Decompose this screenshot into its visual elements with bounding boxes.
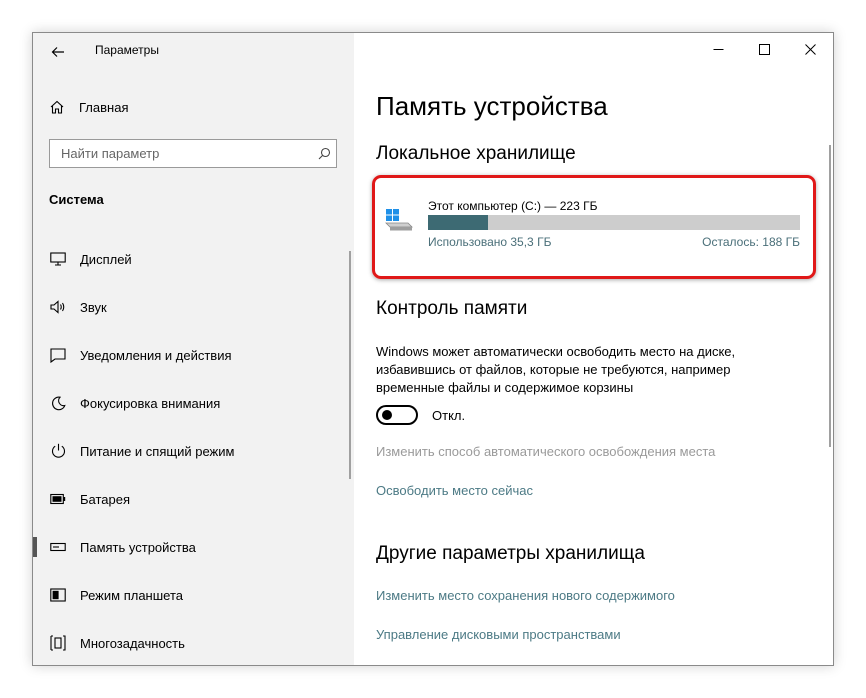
sidebar-item-label: Фокусировка внимания <box>80 395 221 411</box>
sidebar-item-label: Звук <box>80 299 107 315</box>
search-icon[interactable] <box>312 147 336 160</box>
sidebar-section-title: Система <box>49 192 104 207</box>
sidebar-item-storage[interactable]: Память устройства <box>33 523 354 571</box>
sidebar-home-label: Главная <box>79 99 129 115</box>
drive-name: Этот компьютер (C:) — 223 ГБ <box>428 199 598 213</box>
minimize-button[interactable] <box>695 33 741 65</box>
windows-drive-icon <box>384 208 414 237</box>
search-box <box>49 139 337 168</box>
page-title: Память устройства <box>376 91 608 121</box>
local-storage-heading: Локальное хранилище <box>376 143 576 164</box>
sidebar-item-tablet[interactable]: Режим планшета <box>33 571 354 619</box>
storage-sense-toggle[interactable] <box>376 405 418 425</box>
sidebar: Параметры Главная Система Дисплей <box>33 33 354 665</box>
minimize-icon <box>713 48 723 50</box>
sidebar-home[interactable]: Главная <box>49 95 128 119</box>
used-space-label: Использовано 35,3 ГБ <box>428 235 552 249</box>
maximize-icon <box>758 43 770 55</box>
sound-icon <box>49 298 67 316</box>
manage-storage-spaces-link[interactable]: Управление дисковыми пространствами <box>376 627 621 642</box>
sidebar-item-label: Батарея <box>80 491 131 507</box>
close-icon <box>804 43 816 55</box>
main-content: Память устройства Локальное хранилище Эт… <box>354 33 833 665</box>
focus-moon-icon <box>49 394 67 412</box>
sidebar-item-multitasking[interactable]: Многозадачность <box>33 619 354 665</box>
close-button[interactable] <box>787 33 833 65</box>
back-arrow-icon <box>51 47 64 57</box>
sidebar-item-power[interactable]: Питание и спящий режим <box>33 427 354 475</box>
settings-window: Параметры Главная Система Дисплей <box>32 32 834 666</box>
usage-bar-fill <box>428 215 488 230</box>
storage-sense-description: Windows может автоматически освободить м… <box>376 344 736 395</box>
sidebar-scrollbar[interactable] <box>349 251 351 479</box>
storage-icon <box>49 538 67 556</box>
notifications-icon <box>49 346 67 364</box>
sidebar-item-sound[interactable]: Звук <box>33 283 354 331</box>
sidebar-item-label: Питание и спящий режим <box>80 443 235 459</box>
sidebar-item-focus[interactable]: Фокусировка внимания <box>33 379 354 427</box>
window-controls <box>695 33 833 65</box>
window-title: Параметры <box>95 43 159 57</box>
free-space-label: Осталось: 188 ГБ <box>702 235 800 249</box>
battery-icon <box>49 490 67 508</box>
storage-sense-heading: Контроль памяти <box>376 298 528 319</box>
main-scrollbar[interactable] <box>829 145 831 447</box>
storage-sense-toggle-row: Откл. <box>376 405 465 425</box>
multitasking-icon <box>49 634 67 652</box>
drive-c-item[interactable]: Этот компьютер (C:) — 223 ГБ Использован… <box>372 175 816 279</box>
sidebar-item-notifications[interactable]: Уведомления и действия <box>33 331 354 379</box>
sidebar-item-display[interactable]: Дисплей <box>33 235 354 283</box>
sidebar-item-battery[interactable]: Батарея <box>33 475 354 523</box>
usage-bar <box>428 215 800 230</box>
home-icon <box>50 100 64 114</box>
display-icon <box>49 250 67 268</box>
tablet-icon <box>49 586 67 604</box>
sidebar-item-label: Многозадачность <box>80 635 185 651</box>
change-save-location-link[interactable]: Изменить место сохранения нового содержи… <box>376 588 675 603</box>
sidebar-item-label: Память устройства <box>80 539 196 555</box>
sidebar-item-label: Режим планшета <box>80 587 183 603</box>
sidebar-nav: Дисплей Звук Уведомления и действия Фоку… <box>33 235 354 665</box>
back-button[interactable] <box>45 39 71 65</box>
search-input[interactable] <box>50 140 312 167</box>
change-auto-free-link[interactable]: Изменить способ автоматического освобожд… <box>376 444 715 459</box>
free-space-now-link[interactable]: Освободить место сейчас <box>376 483 533 498</box>
toggle-knob <box>382 410 392 420</box>
power-icon <box>49 442 67 460</box>
toggle-state-label: Откл. <box>432 407 466 423</box>
sidebar-item-label: Дисплей <box>80 251 132 267</box>
other-storage-heading: Другие параметры хранилища <box>376 543 645 564</box>
sidebar-item-label: Уведомления и действия <box>80 347 232 363</box>
maximize-button[interactable] <box>741 33 787 65</box>
